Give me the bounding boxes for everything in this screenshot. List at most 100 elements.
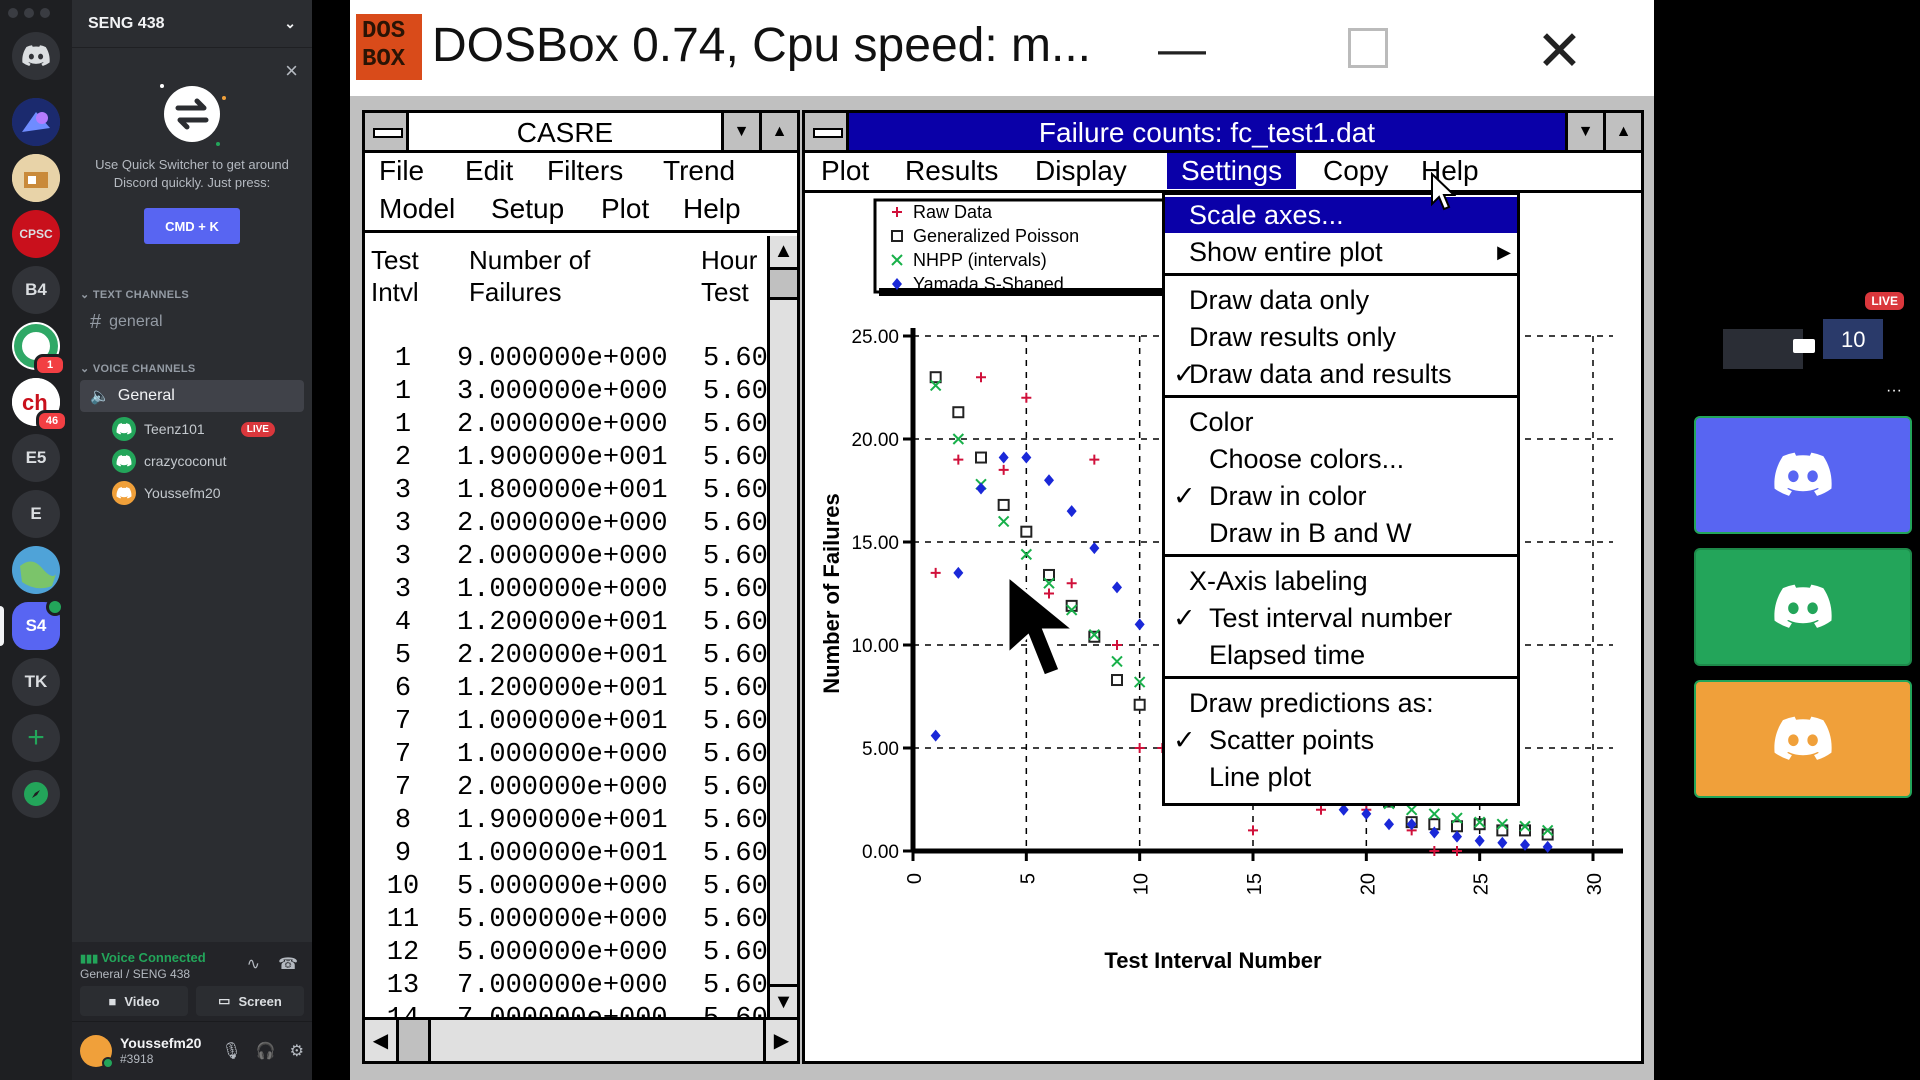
- scroll-thumb[interactable]: [770, 270, 797, 300]
- cell-hours: 5.60: [703, 443, 767, 473]
- menu-trend[interactable]: Trend: [663, 155, 735, 187]
- screen-share-button[interactable]: ▭ Screen: [196, 986, 304, 1016]
- cell-failures: 2.000000e+000: [457, 773, 668, 803]
- server-b4[interactable]: B4: [12, 266, 60, 314]
- menu-filters[interactable]: Filters: [547, 155, 623, 187]
- cell-failures: 1.000000e+000: [457, 575, 668, 605]
- scroll-right-icon[interactable]: ▶: [763, 1020, 797, 1061]
- scroll-up-icon[interactable]: ▲: [770, 236, 797, 270]
- more-options-icon[interactable]: ···: [1886, 382, 1902, 400]
- settings-menu-item[interactable]: Color: [1165, 404, 1517, 440]
- video-tile[interactable]: [1694, 680, 1912, 798]
- settings-menu-item[interactable]: ✓ Draw data and results: [1165, 356, 1517, 392]
- close-icon[interactable]: ×: [285, 60, 298, 82]
- settings-menu-item[interactable]: Choose colors...: [1165, 441, 1517, 477]
- voice-user[interactable]: Teenz101 LIVE: [112, 416, 275, 442]
- close-icon[interactable]: ✕: [1536, 18, 1583, 84]
- server-avatar-ch[interactable]: ch 46: [12, 378, 68, 432]
- menu-edit[interactable]: Edit: [465, 155, 513, 187]
- minimize-icon[interactable]: —: [1158, 22, 1206, 77]
- server-avatar-ring[interactable]: 1: [12, 322, 66, 376]
- settings-menu-item[interactable]: X-Axis labeling: [1165, 563, 1517, 599]
- gear-icon[interactable]: ⚙: [290, 1041, 304, 1061]
- scroll-thumb[interactable]: [399, 1020, 431, 1061]
- server-e5[interactable]: E5: [12, 434, 60, 482]
- plot-titlebar[interactable]: Failure counts: fc_test1.dat ▼ ▲: [805, 113, 1641, 153]
- category-voice-channels[interactable]: ⌄ VOICE CHANNELS: [80, 362, 195, 375]
- video-tile[interactable]: [1694, 416, 1912, 534]
- data-point-nhpp: [1111, 655, 1123, 668]
- avatar[interactable]: [80, 1035, 114, 1069]
- settings-menu-item[interactable]: ✓ Draw in color: [1165, 478, 1517, 514]
- maximize-arrow-icon[interactable]: ▲: [1603, 113, 1641, 150]
- system-menu-icon[interactable]: [805, 113, 849, 150]
- menu-copy[interactable]: Copy: [1323, 155, 1388, 187]
- cell-failures: 5.000000e+000: [457, 938, 668, 968]
- legend-marker: [891, 230, 903, 242]
- minimize-arrow-icon[interactable]: ▼: [1565, 113, 1603, 150]
- explore-servers-icon[interactable]: [12, 770, 60, 818]
- server-avatar-globe[interactable]: [12, 546, 60, 594]
- disconnect-icon[interactable]: ☎: [278, 954, 298, 974]
- data-point-raw: [1429, 846, 1440, 856]
- menu-results[interactable]: Results: [905, 155, 998, 187]
- settings-menu-item[interactable]: Line plot: [1165, 759, 1517, 795]
- menu-setup[interactable]: Setup: [491, 193, 564, 225]
- settings-menu-item[interactable]: Show entire plot ▶: [1165, 234, 1517, 270]
- dosbox-titlebar[interactable]: DOS BOX DOSBox 0.74, Cpu speed: m... — ✕: [350, 0, 1654, 96]
- scroll-down-icon[interactable]: ▼: [770, 984, 797, 1018]
- category-text-channels[interactable]: ⌄ TEXT CHANNELS: [80, 288, 189, 301]
- casre-menubar-row2: Model Setup Plot Help: [365, 193, 797, 233]
- discord-home-icon[interactable]: [12, 32, 60, 80]
- settings-menu-item[interactable]: Draw results only: [1165, 319, 1517, 355]
- cell-hours: 5.60: [703, 905, 767, 935]
- quick-switcher-button[interactable]: CMD + K: [144, 208, 240, 244]
- casre-vertical-scrollbar[interactable]: ▲ ▼: [767, 236, 797, 1018]
- settings-menu-item[interactable]: Elapsed time: [1165, 637, 1517, 673]
- voice-user[interactable]: crazycoconut: [112, 448, 226, 474]
- menu-help[interactable]: Help: [683, 193, 741, 225]
- settings-menu-item[interactable]: ✓ Test interval number: [1165, 600, 1517, 636]
- settings-menu-item[interactable]: Draw predictions as:: [1165, 685, 1517, 721]
- server-header[interactable]: SENG 438 ⌄: [72, 0, 312, 48]
- maximize-arrow-icon[interactable]: ▲: [759, 113, 797, 150]
- voice-user[interactable]: Youssefm20: [112, 480, 221, 506]
- settings-menu-item[interactable]: Draw in B and W: [1165, 515, 1517, 551]
- server-avatar-cpsc[interactable]: CPSC: [12, 210, 60, 258]
- voice-channel-general[interactable]: 🔈 General: [80, 380, 304, 412]
- channel-general[interactable]: # general: [80, 306, 304, 338]
- server-avatar-2[interactable]: [12, 154, 60, 202]
- server-tk[interactable]: TK: [12, 658, 60, 706]
- server-avatar-1[interactable]: [12, 98, 60, 146]
- system-menu-icon[interactable]: [365, 113, 409, 150]
- maximize-icon[interactable]: [1348, 28, 1388, 68]
- scroll-left-icon[interactable]: ◀: [365, 1020, 399, 1061]
- menu-display[interactable]: Display: [1035, 155, 1127, 187]
- menu-settings[interactable]: Settings: [1167, 153, 1297, 189]
- server-rail: CPSC B4 1 ch 46 E5 E S4 TK +: [0, 0, 72, 1080]
- headphones-icon[interactable]: 🎧: [256, 1041, 276, 1061]
- casre-titlebar[interactable]: CASRE ▼ ▲: [365, 113, 797, 153]
- menu-file[interactable]: File: [379, 155, 424, 187]
- server-e[interactable]: E: [12, 490, 60, 538]
- casre-title: CASRE: [516, 117, 614, 148]
- add-server-icon[interactable]: +: [12, 714, 60, 762]
- settings-menu-item[interactable]: Scale axes...: [1165, 197, 1517, 233]
- stream-tile-live[interactable]: 10 LIVE ···: [1694, 284, 1912, 404]
- legend-entry: Yamada S-Shaped: [913, 274, 1064, 294]
- casre-horizontal-scrollbar[interactable]: ◀ ▶: [365, 1017, 797, 1061]
- menu-model[interactable]: Model: [379, 193, 455, 225]
- microphone-icon[interactable]: 🎙: [221, 1041, 241, 1061]
- data-point-yamada: [930, 729, 941, 742]
- settings-menu-item[interactable]: Draw data only: [1165, 282, 1517, 318]
- noise-suppression-icon[interactable]: ∿: [247, 954, 260, 974]
- menu-plot[interactable]: Plot: [821, 155, 869, 187]
- cell-failures: 5.000000e+000: [457, 872, 668, 902]
- settings-menu-item[interactable]: ✓ Scatter points: [1165, 722, 1517, 758]
- video-tile[interactable]: [1694, 548, 1912, 666]
- server-s4[interactable]: S4: [12, 598, 64, 650]
- minimize-arrow-icon[interactable]: ▼: [721, 113, 759, 150]
- x-axis-title: Test Interval Number: [1104, 948, 1322, 973]
- video-button[interactable]: ■ Video: [80, 986, 188, 1016]
- menu-plot[interactable]: Plot: [601, 193, 649, 225]
